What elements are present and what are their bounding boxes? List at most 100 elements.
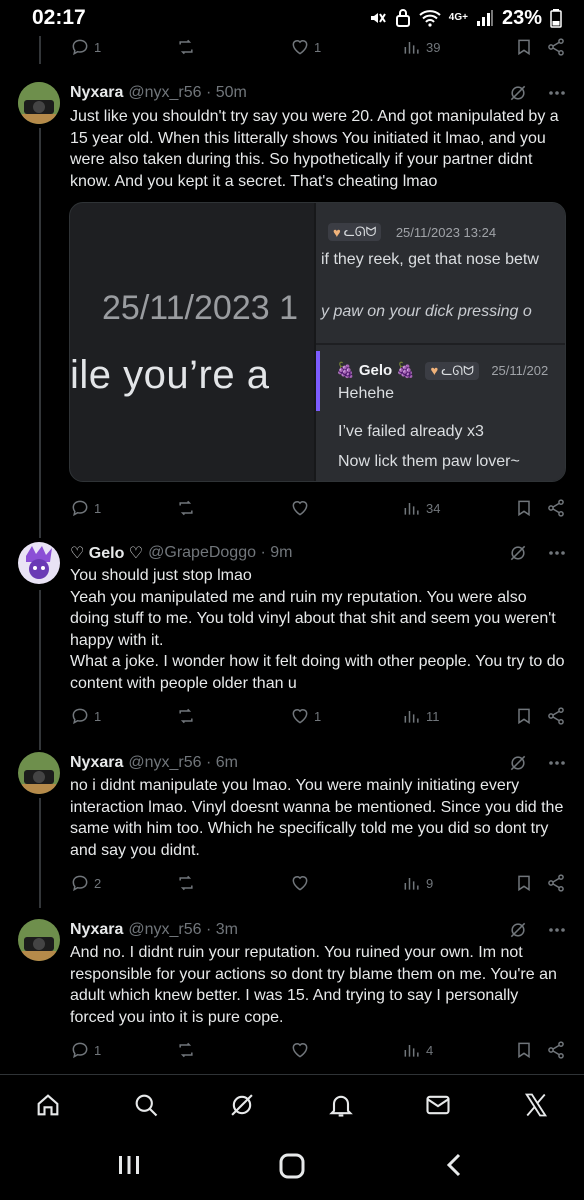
reply-icon bbox=[72, 1042, 88, 1059]
search-icon[interactable] bbox=[132, 1091, 160, 1124]
media-msg2-date: 25/11/202 bbox=[491, 363, 549, 378]
tweet-header-icons bbox=[508, 82, 566, 104]
retweet-icon bbox=[179, 708, 193, 724]
x-logo-icon[interactable] bbox=[522, 1091, 550, 1124]
recent-apps-icon[interactable] bbox=[116, 1152, 142, 1183]
bottom-nav bbox=[0, 1074, 584, 1134]
share-icon bbox=[548, 38, 564, 56]
home-icon[interactable] bbox=[34, 1091, 62, 1124]
display-name[interactable]: Nyxara bbox=[70, 754, 123, 772]
more-icon[interactable] bbox=[548, 550, 566, 556]
like-count: 1 bbox=[314, 708, 322, 724]
messages-icon[interactable] bbox=[424, 1091, 452, 1124]
reply-button[interactable]: 2 bbox=[70, 871, 101, 895]
avatar-image bbox=[18, 82, 60, 124]
media-msg2-line3: Now lick them paw lover~ bbox=[338, 453, 520, 470]
tweet[interactable]: ♡ Gelo ♡ @GrapeDoggo · 9m You should jus… bbox=[0, 542, 584, 702]
retweet-icon bbox=[179, 875, 193, 891]
tweet-text: And no. I didnt ruin your reputation. Yo… bbox=[70, 944, 557, 1026]
avatar[interactable] bbox=[18, 542, 60, 584]
tweet-header: Nyxara @nyx_r56 · 50m bbox=[70, 82, 247, 104]
view-count: 39 bbox=[426, 39, 441, 55]
grok-icon[interactable] bbox=[508, 83, 528, 103]
views-button[interactable]: 4 bbox=[402, 1038, 433, 1062]
lock-icon bbox=[395, 9, 410, 27]
tweet-header-icons bbox=[508, 542, 566, 564]
notifications-icon[interactable] bbox=[327, 1091, 355, 1124]
share-button[interactable] bbox=[546, 871, 566, 895]
like-button[interactable] bbox=[290, 496, 310, 520]
tweet-actions: 1 1 11 bbox=[70, 704, 566, 728]
reply-icon bbox=[72, 708, 88, 725]
views-icon bbox=[404, 42, 419, 54]
share-button[interactable] bbox=[546, 704, 566, 728]
like-button[interactable] bbox=[290, 1038, 310, 1062]
retweet-button[interactable] bbox=[176, 496, 196, 520]
like-button[interactable] bbox=[290, 871, 310, 895]
back-icon[interactable] bbox=[442, 1152, 468, 1183]
retweet-button[interactable] bbox=[176, 871, 196, 895]
bookmark-button[interactable] bbox=[514, 704, 534, 728]
tweet-media-image[interactable]: 25/11/2023 1 ile you’re a ♥ ᓚᘏᗢ 25/11/202… bbox=[69, 202, 566, 482]
tweet-actions: 1 4 bbox=[70, 1038, 566, 1062]
share-button[interactable] bbox=[546, 1038, 566, 1062]
media-msg1-line1: if they reek, get that nose betw bbox=[321, 251, 539, 268]
system-nav-bar bbox=[0, 1134, 584, 1200]
view-count: 34 bbox=[426, 500, 441, 516]
reply-button[interactable]: 1 bbox=[70, 496, 101, 520]
views-icon bbox=[404, 878, 419, 890]
display-name[interactable]: Nyxara bbox=[70, 921, 123, 939]
tweet[interactable]: Nyxara @nyx_r56 · 6m no i didnt manipula… bbox=[0, 752, 584, 862]
like-button[interactable]: 1 bbox=[290, 704, 321, 728]
views-button[interactable]: 11 bbox=[402, 704, 440, 728]
bookmark-button[interactable] bbox=[514, 871, 534, 895]
display-name[interactable]: Nyxara bbox=[70, 84, 123, 102]
more-icon[interactable] bbox=[548, 90, 566, 96]
bookmark-icon bbox=[518, 708, 530, 725]
share-button[interactable] bbox=[546, 35, 566, 59]
tweet-line: What a joke. I wonder how it felt doing … bbox=[70, 653, 565, 692]
more-icon[interactable] bbox=[548, 927, 566, 933]
media-msg1-meta: ♥ ᓚᘏᗢ 25/11/2023 13:24 bbox=[328, 223, 496, 242]
status-icons: 4G+ 23% bbox=[367, 7, 562, 30]
grok-icon[interactable] bbox=[508, 920, 528, 940]
view-count: 11 bbox=[426, 708, 440, 724]
grok-icon[interactable] bbox=[508, 543, 528, 563]
mute-icon bbox=[370, 13, 386, 23]
handle-time: @nyx_r56 · 6m bbox=[128, 754, 238, 771]
tweet-text: Just like you shouldn't try say you were… bbox=[70, 108, 559, 190]
retweet-button[interactable] bbox=[176, 35, 196, 59]
more-icon[interactable] bbox=[548, 760, 566, 766]
bookmark-button[interactable] bbox=[514, 35, 534, 59]
share-icon bbox=[548, 874, 564, 892]
media-msg2-meta: 🍇 Gelo 🍇 ♥ ᓚᘏᗢ 25/11/202 bbox=[336, 361, 548, 380]
views-button[interactable]: 34 bbox=[402, 496, 440, 520]
views-button[interactable]: 39 bbox=[402, 35, 440, 59]
tweet[interactable]: Nyxara @nyx_r56 · 3m And no. I didnt rui… bbox=[0, 919, 584, 1029]
avatar[interactable] bbox=[18, 752, 60, 794]
grok-icon[interactable] bbox=[228, 1091, 256, 1124]
bookmark-icon bbox=[518, 500, 530, 517]
bookmark-button[interactable] bbox=[514, 1038, 534, 1062]
retweet-button[interactable] bbox=[176, 704, 196, 728]
media-big-quote: ile you’re a bbox=[70, 353, 270, 397]
share-button[interactable] bbox=[546, 496, 566, 520]
reply-button[interactable]: 1 bbox=[70, 704, 101, 728]
media-msg1-line2: y paw on your dick pressing o bbox=[321, 303, 532, 320]
avatar[interactable] bbox=[18, 82, 60, 124]
tweet-header: ♡ Gelo ♡ @GrapeDoggo · 9m bbox=[70, 542, 292, 564]
tweet-line: Yeah you manipulated me and ruin my repu… bbox=[70, 588, 556, 649]
views-button[interactable]: 9 bbox=[402, 871, 433, 895]
reply-button[interactable]: 1 bbox=[70, 35, 101, 59]
like-button[interactable]: 1 bbox=[290, 35, 321, 59]
reply-button[interactable]: 1 bbox=[70, 1038, 101, 1062]
retweet-button[interactable] bbox=[176, 1038, 196, 1062]
status-time: 02:17 bbox=[32, 6, 86, 29]
grok-icon[interactable] bbox=[508, 753, 528, 773]
handle-time: @nyx_r56 · 3m bbox=[128, 921, 238, 938]
home-button-icon[interactable] bbox=[278, 1152, 306, 1185]
bookmark-button[interactable] bbox=[514, 496, 534, 520]
display-name[interactable]: ♡ Gelo ♡ bbox=[70, 543, 143, 563]
avatar[interactable] bbox=[18, 919, 60, 961]
view-count: 9 bbox=[426, 875, 434, 891]
